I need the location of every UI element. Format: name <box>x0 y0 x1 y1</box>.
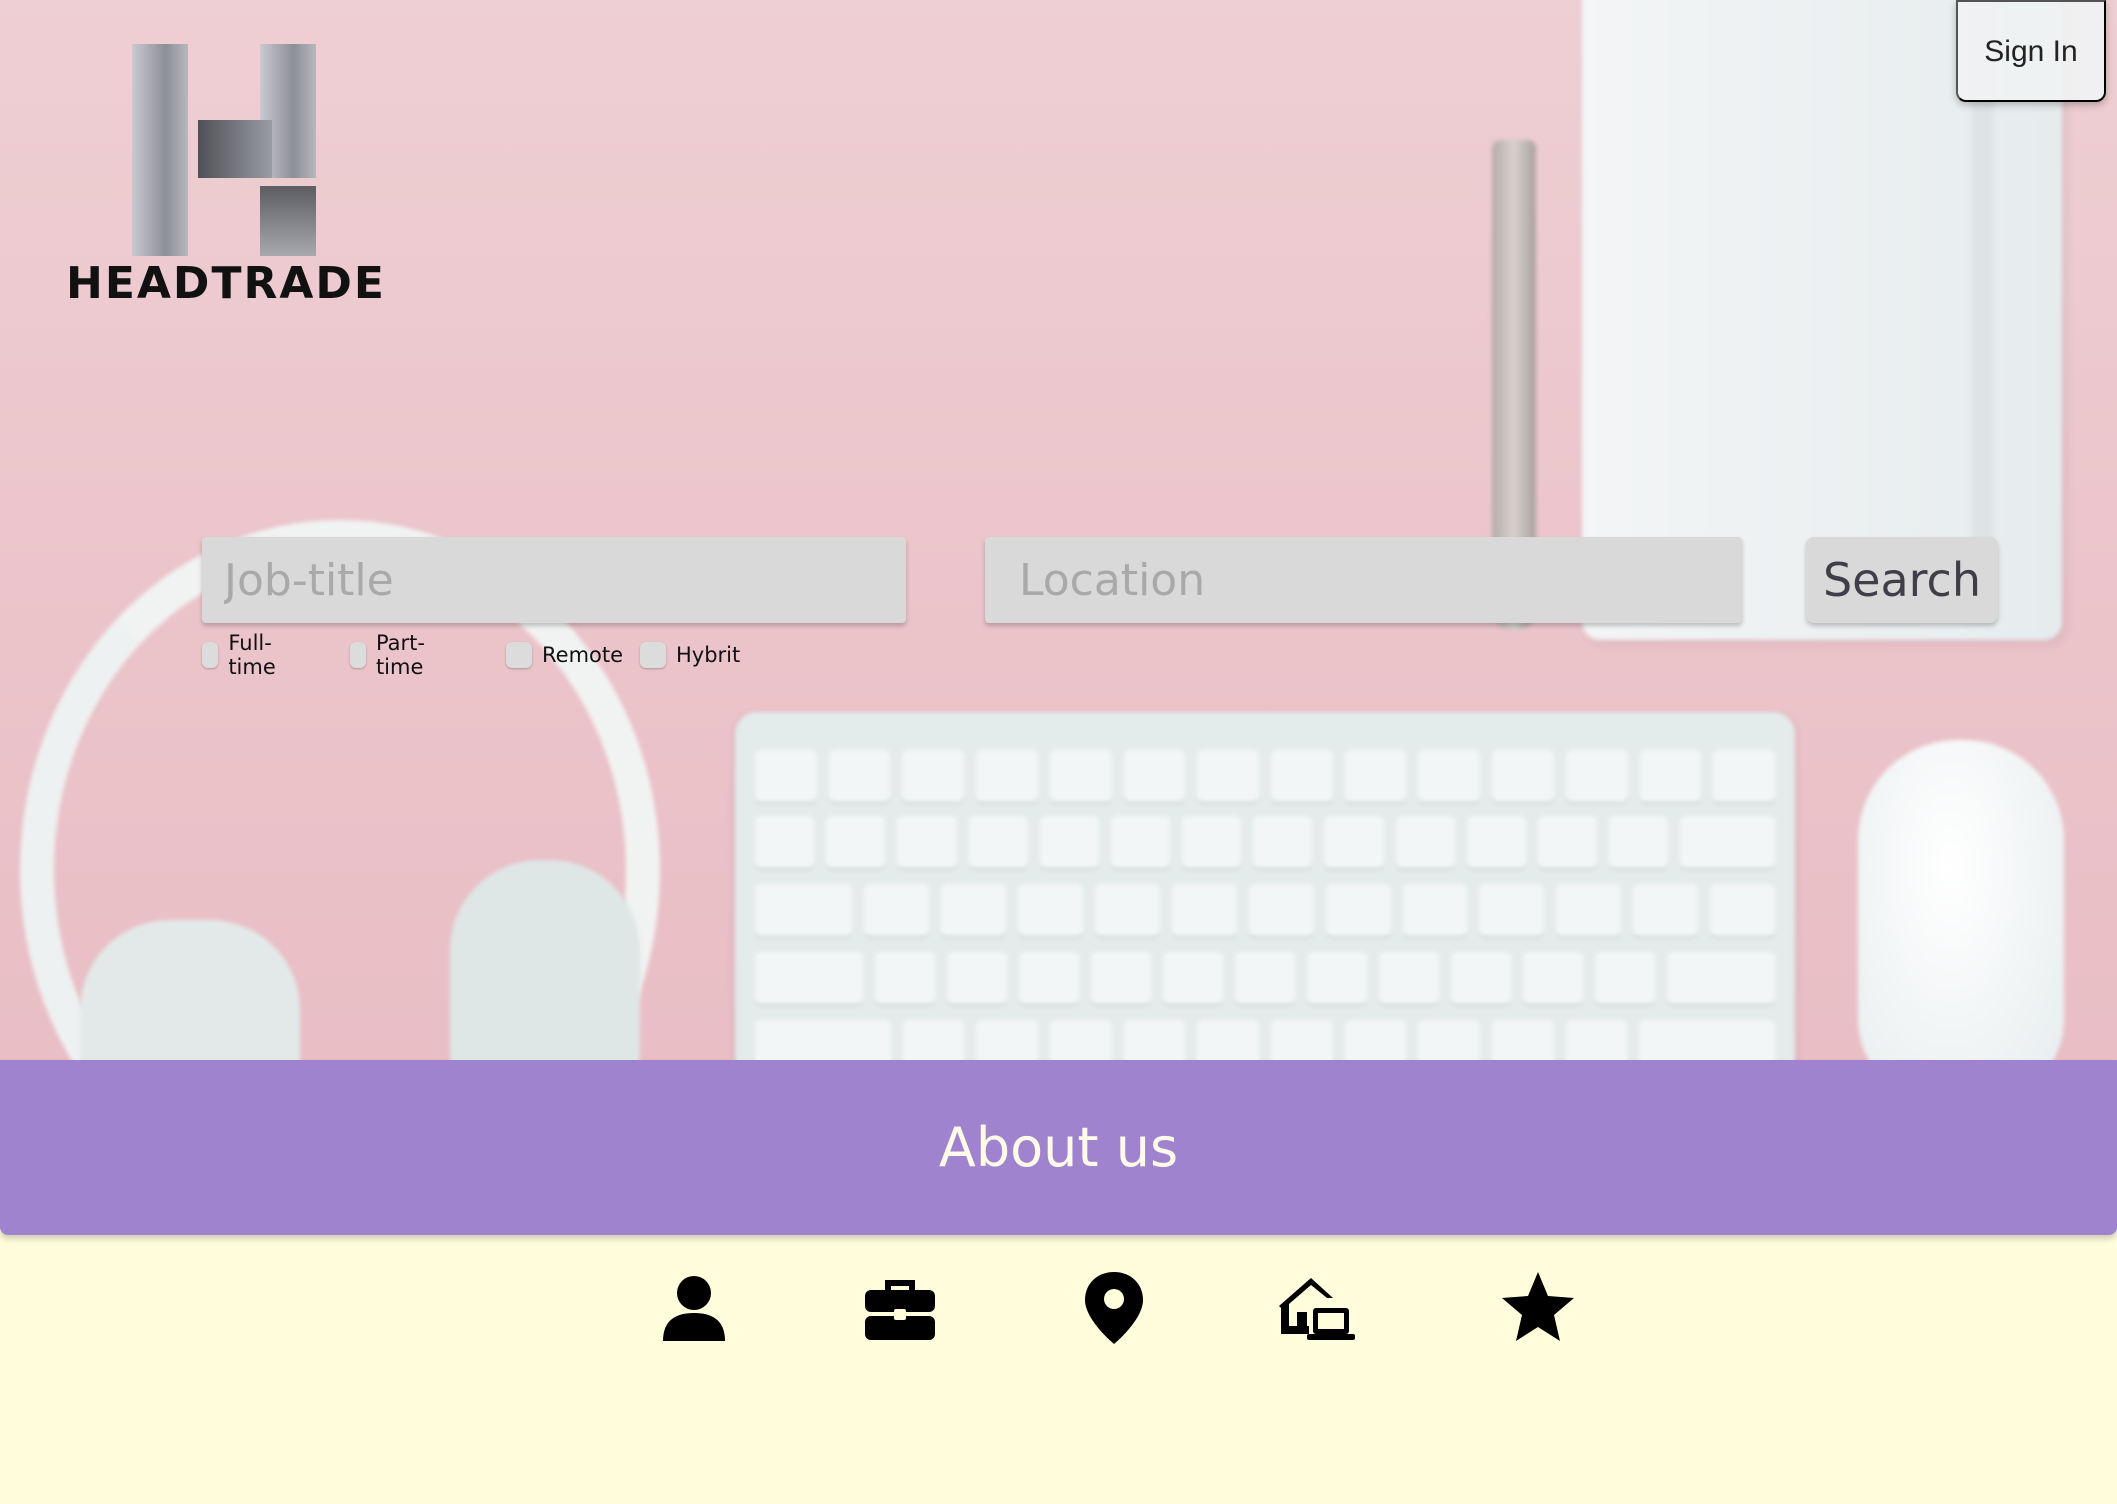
home-office-icon[interactable] <box>1277 1268 1357 1348</box>
logo-wordmark: HEADTRADE <box>66 258 386 309</box>
headphone-cup-left <box>80 920 300 1060</box>
feature-icons-row <box>0 1268 2117 1348</box>
filter-part-time[interactable]: Part-time <box>350 631 435 679</box>
keyboard-image <box>735 712 1795 1060</box>
filter-remote[interactable]: Remote <box>506 640 623 670</box>
location-input[interactable] <box>985 537 1742 623</box>
part-time-label: Part-time <box>375 631 425 679</box>
mouse-image <box>1858 740 2064 1060</box>
filter-full-time[interactable]: Full-time <box>202 631 285 679</box>
full-time-checkbox[interactable] <box>202 642 219 668</box>
headtrade-logo[interactable]: HEADTRADE <box>66 44 386 309</box>
star-icon[interactable] <box>1498 1268 1578 1348</box>
about-us-title: About us <box>938 1116 1179 1179</box>
part-time-checkbox[interactable] <box>350 642 366 668</box>
person-icon[interactable] <box>654 1268 734 1348</box>
briefcase-icon[interactable] <box>860 1268 940 1348</box>
remote-checkbox[interactable] <box>506 642 532 668</box>
sign-in-button[interactable]: Sign In <box>1956 0 2106 102</box>
about-us-banner[interactable]: About us <box>0 1060 2117 1235</box>
hybrit-checkbox[interactable] <box>640 642 666 668</box>
filter-hybrit[interactable]: Hybrit <box>640 640 740 670</box>
full-time-label: Full-time <box>228 631 276 679</box>
hybrit-label: Hybrit <box>676 643 741 667</box>
search-button[interactable]: Search <box>1806 537 1998 623</box>
headphone-cup-right <box>450 860 640 1060</box>
job-title-input[interactable] <box>202 537 906 623</box>
location-pin-icon[interactable] <box>1074 1268 1154 1348</box>
remote-label: Remote <box>542 643 624 667</box>
